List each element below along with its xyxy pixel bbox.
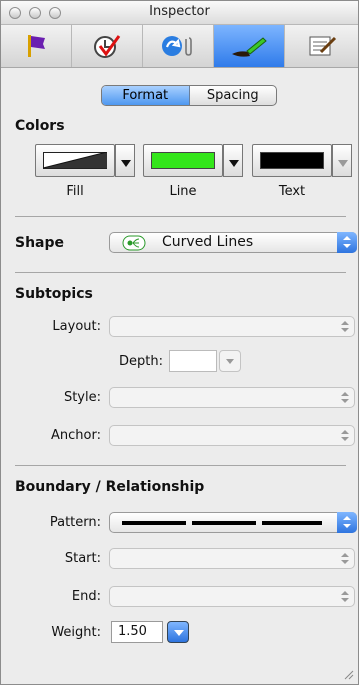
format-spacing-segmented-control: Format Spacing xyxy=(101,85,277,106)
resize-grip-icon[interactable] xyxy=(344,670,354,680)
weight-field[interactable]: 1.50 xyxy=(111,621,163,643)
inspector-window: Inspector Format Spacing Colors Fill Lin… xyxy=(0,0,359,685)
divider xyxy=(15,465,346,466)
end-popup[interactable] xyxy=(109,586,355,607)
anchor-popup-arrows xyxy=(339,429,351,442)
inspector-toolbar xyxy=(1,25,358,68)
end-popup-arrows xyxy=(339,590,351,603)
subtopics-section-title: Subtopics xyxy=(15,286,93,302)
colors-section-title: Colors xyxy=(15,118,65,134)
link-attachment-icon xyxy=(162,36,192,56)
weight-dropdown[interactable] xyxy=(167,621,189,643)
line-color-swatch xyxy=(151,152,215,169)
fill-swatch-icon xyxy=(43,152,107,169)
shape-value: Curved Lines xyxy=(162,234,254,250)
depth-field[interactable] xyxy=(169,350,217,372)
notes-icon xyxy=(309,36,336,56)
toolbar-task-button[interactable] xyxy=(72,25,143,67)
pattern-dash xyxy=(122,521,186,525)
brush-icon xyxy=(232,37,267,57)
window-title: Inspector xyxy=(149,4,210,19)
style-popup-arrows xyxy=(339,391,351,404)
clock-check-icon xyxy=(94,35,121,58)
end-label: End: xyxy=(71,589,101,604)
shape-popup[interactable]: Curved Lines xyxy=(109,232,357,253)
start-popup[interactable] xyxy=(109,548,355,569)
toolbar-flag-button[interactable] xyxy=(1,25,72,67)
style-popup[interactable] xyxy=(109,387,355,408)
layout-popup-arrows xyxy=(339,320,351,333)
start-label: Start: xyxy=(64,551,101,566)
fill-color-well[interactable] xyxy=(35,144,115,177)
pattern-popup[interactable] xyxy=(109,512,357,533)
anchor-popup[interactable] xyxy=(109,425,355,446)
title-bar[interactable]: Inspector xyxy=(1,1,358,25)
toolbar-notes-button[interactable] xyxy=(285,25,358,67)
divider xyxy=(15,216,346,217)
pattern-popup-arrows xyxy=(337,512,357,533)
flag-icon xyxy=(28,35,45,57)
line-label: Line xyxy=(169,184,197,199)
fill-label: Fill xyxy=(66,184,84,199)
boundary-section-title: Boundary / Relationship xyxy=(15,479,205,495)
text-color-well[interactable] xyxy=(252,144,332,177)
line-color-dropdown[interactable] xyxy=(223,144,243,177)
toolbar-link-button[interactable] xyxy=(143,25,214,67)
line-color-well[interactable] xyxy=(143,144,223,177)
text-color-swatch xyxy=(260,152,324,169)
toolbar-style-button[interactable] xyxy=(214,25,285,67)
pattern-dash xyxy=(192,521,256,525)
text-label: Text xyxy=(278,184,306,199)
layout-popup[interactable] xyxy=(109,316,355,337)
pattern-dash xyxy=(262,521,322,525)
anchor-label: Anchor: xyxy=(51,428,101,443)
curved-lines-icon xyxy=(122,235,146,251)
shape-label: Shape xyxy=(15,235,65,251)
fill-color-dropdown[interactable] xyxy=(115,144,135,177)
depth-label: Depth: xyxy=(119,354,163,369)
text-color-dropdown[interactable] xyxy=(332,144,352,177)
tab-spacing[interactable]: Spacing xyxy=(190,86,277,105)
tab-format[interactable]: Format xyxy=(102,86,190,105)
layout-label: Layout: xyxy=(52,319,101,334)
shape-popup-arrows xyxy=(337,232,357,253)
style-label: Style: xyxy=(63,390,101,405)
depth-dropdown[interactable] xyxy=(219,350,241,372)
divider xyxy=(15,272,346,273)
start-popup-arrows xyxy=(339,552,351,565)
weight-label: Weight: xyxy=(51,625,101,640)
pattern-label: Pattern: xyxy=(49,515,101,530)
